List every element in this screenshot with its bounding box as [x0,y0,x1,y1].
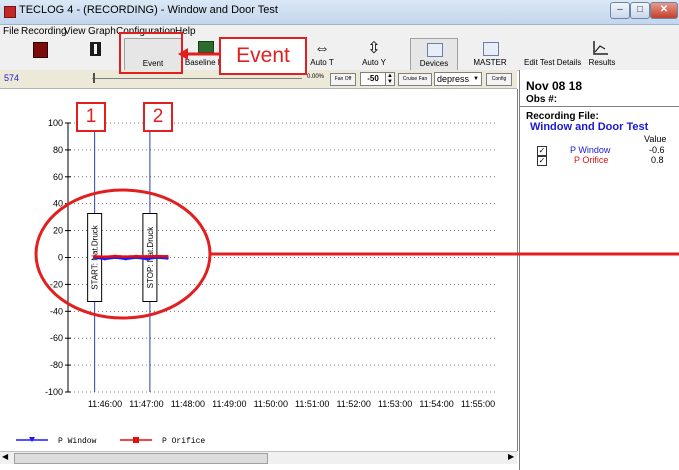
x-tick-label: 11:51:00 [295,399,329,409]
minimize-button[interactable]: – [610,2,630,19]
toolbar: Event Baseline E ⇔ Auto T ⇳ Auto Y Devic… [0,38,679,71]
y-tick-label: 100 [48,118,63,128]
title-bar: TECLOG 4 - (RECORDING) - Window and Door… [0,0,679,25]
x-tick-label: 11:54:00 [419,399,453,409]
menu-view[interactable]: View [64,25,86,38]
recording-file-name: Window and Door Test [530,121,649,133]
marker-2: 2 [143,102,173,132]
master-button[interactable]: MASTER [468,38,512,69]
close-button[interactable]: ✕ [650,2,678,19]
event-callout: Event [219,37,307,75]
x-tick-label: 11:48:00 [171,399,205,409]
channel-name: P Orifice [574,155,609,165]
pause-button[interactable] [84,38,108,69]
auto-t-button[interactable]: ⇔ Auto T [304,38,340,69]
horizontal-arrows-icon: ⇔ [314,40,330,57]
channel-name: P Window [570,145,611,155]
x-tick-label: 11:50:00 [254,399,288,409]
fan-value-spinner[interactable]: ▲ ▼ [385,72,395,86]
menu-graph[interactable]: Graph [88,25,116,38]
channel-value: -0.6 [649,145,665,155]
results-label: Results [588,58,616,67]
value-column-header: Value [644,134,667,144]
chevron-down-icon: ▼ [473,76,479,82]
time-slider-track[interactable] [92,78,302,79]
scrollbar-thumb[interactable] [14,453,268,464]
y-tick-label: -80 [50,360,63,370]
menu-file[interactable]: File [3,25,19,38]
menu-bar: File Recording View Graph Configuration … [0,25,679,38]
channel-row[interactable]: ✓ P Orifice 0.8 [537,155,677,167]
obs-label: Obs #: [526,94,558,105]
mode-select[interactable]: depress ▼ [434,72,482,86]
horizontal-scrollbar[interactable]: ◀ ▶ [0,451,517,464]
event-button-highlight [119,32,183,74]
config-button[interactable]: Config [486,73,512,86]
app-icon [4,6,16,18]
scroll-right-icon[interactable]: ▶ [508,452,514,461]
percent-readout: 0.00% [307,74,325,80]
cruise-fan-button[interactable]: Cruise Fan [398,73,432,86]
auto-y-label: Auto Y [362,58,386,67]
x-tick-label: 11:47:00 [129,399,163,409]
y-tick-label: -100 [45,387,63,397]
stop-button[interactable] [28,38,52,69]
sample-counter: 574 [4,73,20,83]
date-label: Nov 08 18 [526,79,583,93]
scroll-left-icon[interactable]: ◀ [2,452,8,461]
x-tick-label: 11:55:00 [461,399,495,409]
y-tick-label: 60 [53,172,63,182]
legend-marker [133,437,139,443]
x-tick-label: 11:53:00 [378,399,412,409]
fan-value-input[interactable]: -50 [360,72,386,86]
window-title: TECLOG 4 - (RECORDING) - Window and Door… [19,4,278,16]
master-icon [483,42,499,56]
y-tick-label: -60 [50,333,63,343]
data-highlight-overlay [34,188,679,320]
results-button[interactable]: Results [580,38,624,69]
devices-label: Devices [419,59,449,68]
legend-label: P Window [58,437,97,446]
x-tick-label: 11:46:00 [88,399,122,409]
devices-icon [427,43,443,57]
callout-arrow-icon [178,48,220,60]
channel-value: 0.8 [651,155,664,165]
y-tick-label: 80 [53,145,63,155]
fan-off-button[interactable]: Fan Off [330,73,356,86]
results-chart-icon [593,41,608,55]
edit-test-details-label: Edit Test Details [524,58,582,67]
auto-y-button[interactable]: ⇳ Auto Y [354,38,394,69]
marker-1: 1 [76,102,106,132]
mode-select-value: depress [437,74,470,84]
vertical-arrows-icon: ⇳ [367,40,381,57]
channel-checkbox[interactable]: ✓ [537,156,547,166]
menu-recording[interactable]: Recording [21,25,67,38]
master-label: MASTER [473,58,507,67]
edit-test-details-button[interactable]: Edit Test Details [524,38,582,69]
maximize-button[interactable]: □ [630,2,650,19]
devices-button[interactable]: Devices [410,38,458,71]
stop-icon [33,42,48,58]
time-slider-thumb[interactable] [93,73,95,83]
auto-t-label: Auto T [310,58,334,67]
x-tick-label: 11:52:00 [336,399,370,409]
x-tick-label: 11:49:00 [212,399,246,409]
panel-header: Nov 08 18 Obs #: [520,70,679,107]
legend-label: P Orifice [162,437,205,446]
